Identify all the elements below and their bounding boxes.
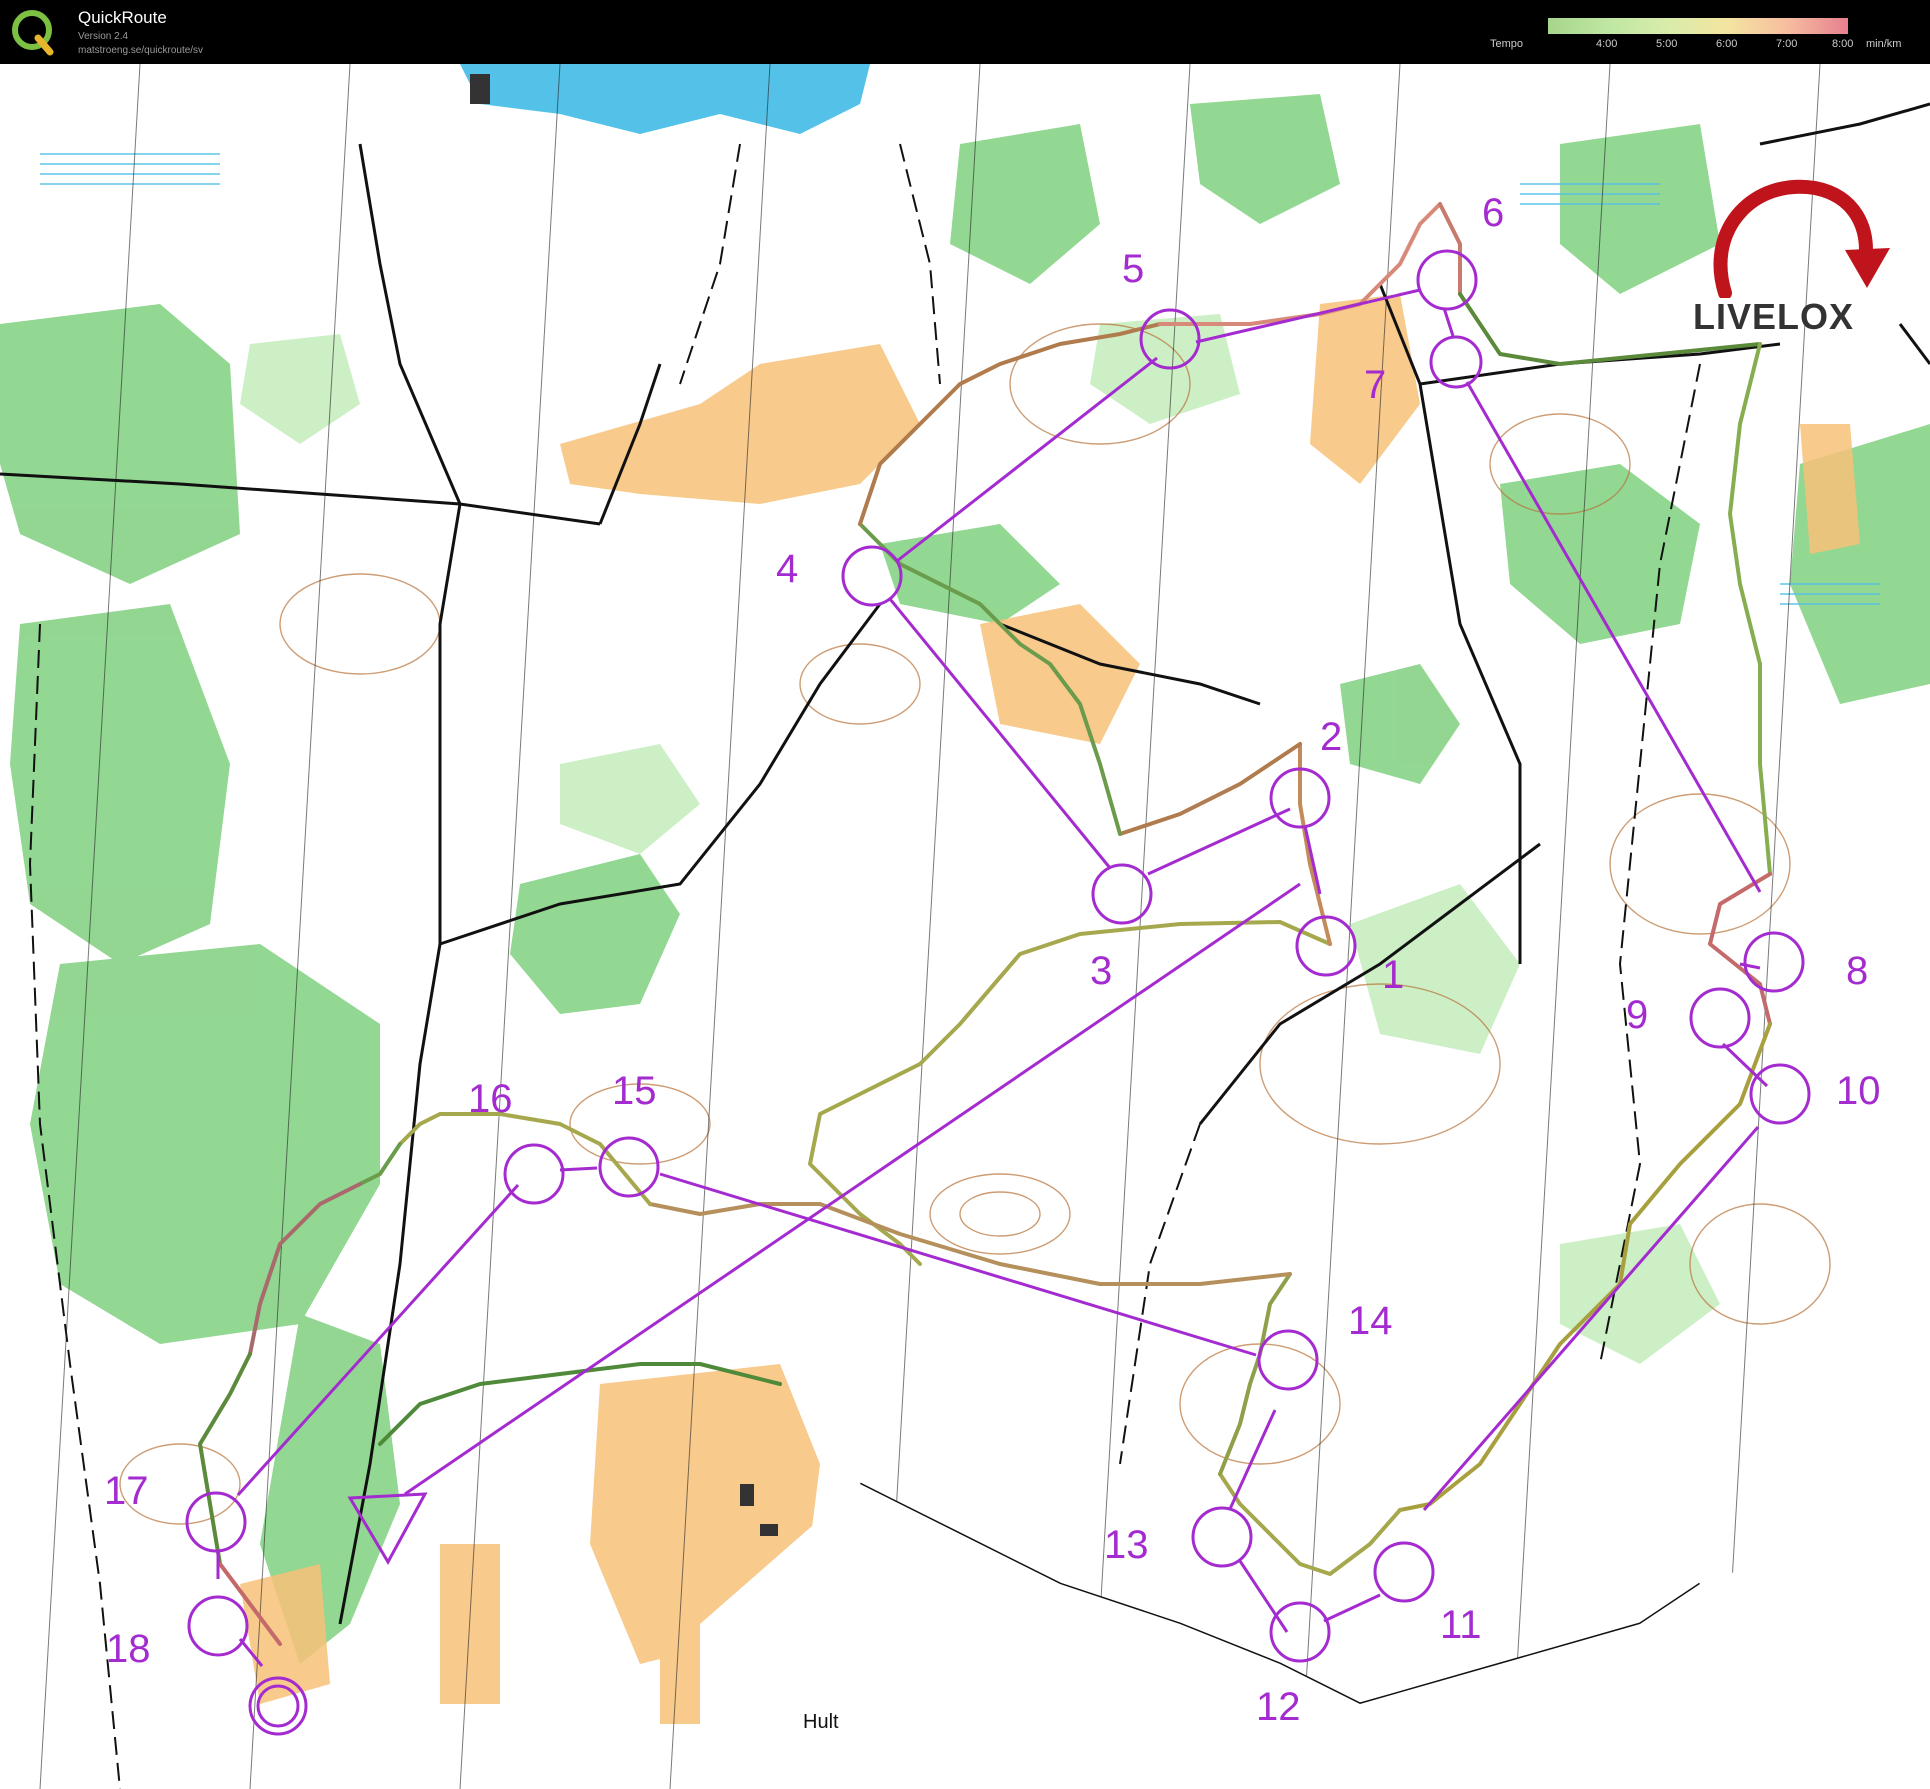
tempo-tick: 5:00 bbox=[1656, 38, 1678, 50]
control-label: 7 bbox=[1364, 363, 1386, 407]
livelox-arrow-icon bbox=[1713, 179, 1890, 298]
control-label: 6 bbox=[1482, 191, 1504, 235]
control-label: 11 bbox=[1440, 1603, 1482, 1647]
tempo-tick: 8:00 bbox=[1832, 38, 1854, 50]
control-label: 9 bbox=[1626, 993, 1648, 1037]
control-label: 2 bbox=[1320, 715, 1342, 759]
control-label: 5 bbox=[1122, 247, 1144, 291]
control-label: 1 bbox=[1382, 953, 1404, 997]
control-label: 3 bbox=[1090, 949, 1112, 993]
app-title: QuickRoute bbox=[78, 8, 167, 27]
tempo-color-scale bbox=[1548, 18, 1848, 34]
livelox-logo: LIVELOX bbox=[1685, 168, 1910, 338]
control-label: 18 bbox=[106, 1627, 151, 1671]
control-label: 16 bbox=[468, 1077, 513, 1121]
control-label: 14 bbox=[1348, 1299, 1393, 1343]
control-label: 4 bbox=[776, 547, 798, 591]
orienteering-map[interactable]: 1 2 3 4 5 6 7 8 9 10 11 12 13 14 15 16 1… bbox=[0, 64, 1930, 1789]
tempo-unit: min/km bbox=[1866, 38, 1902, 50]
control-label: 10 bbox=[1836, 1069, 1881, 1113]
tempo-tick: 4:00 bbox=[1596, 38, 1618, 50]
app-version: Version 2.4 bbox=[78, 31, 129, 42]
control-label: 17 bbox=[104, 1469, 149, 1513]
livelox-wordmark: LIVELOX bbox=[1693, 296, 1855, 337]
control-label: 15 bbox=[612, 1069, 657, 1113]
quickroute-logo-icon bbox=[12, 10, 54, 56]
tempo-tick: 7:00 bbox=[1776, 38, 1798, 50]
control-label: 8 bbox=[1846, 949, 1868, 993]
app-header: QuickRoute Version 2.4 matstroeng.se/qui… bbox=[0, 0, 1930, 64]
leg-line bbox=[559, 1166, 598, 1172]
map-canvas: 1 2 3 4 5 6 7 8 9 10 11 12 13 14 15 16 1… bbox=[0, 64, 1930, 1789]
app-website: matstroeng.se/quickroute/sv bbox=[78, 45, 204, 56]
control-label: 12 bbox=[1256, 1685, 1301, 1729]
tempo-tick: 6:00 bbox=[1716, 38, 1738, 50]
tempo-label: Tempo bbox=[1490, 38, 1524, 50]
place-name: Hult bbox=[803, 1711, 839, 1733]
tempo-legend: Tempo 4:00 5:00 6:00 7:00 8:00 min/km bbox=[1490, 18, 1920, 56]
control-label: 13 bbox=[1104, 1523, 1149, 1567]
